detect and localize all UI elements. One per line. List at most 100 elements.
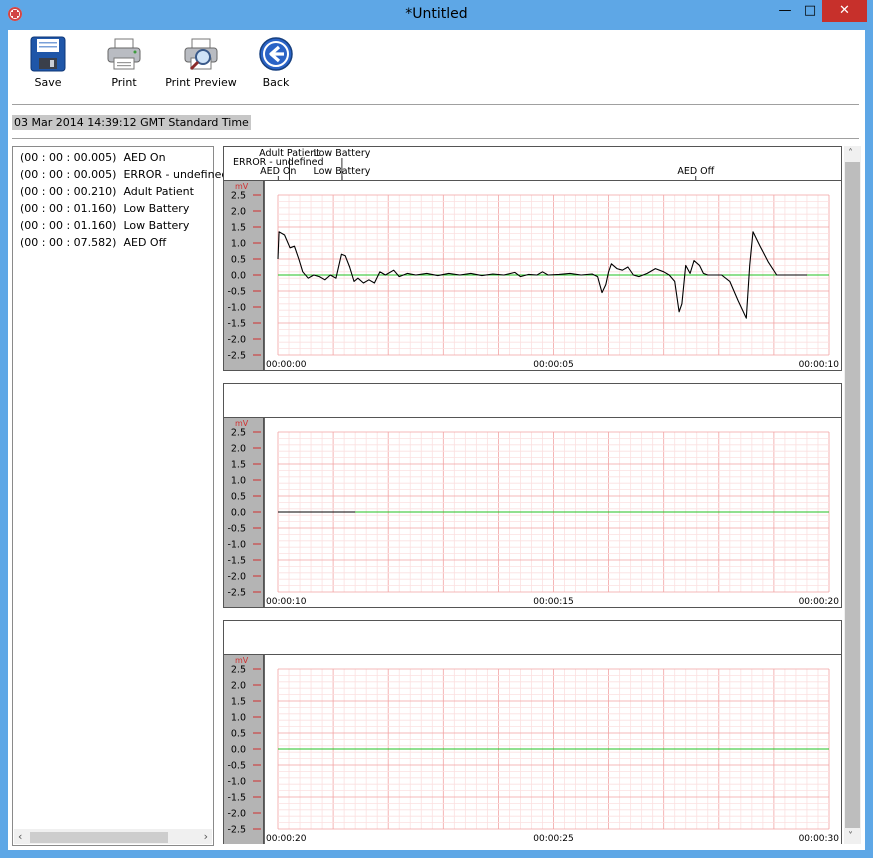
x-tick-label: 00:00:30 <box>799 834 840 844</box>
y-tick-label: 1.5 <box>231 460 246 471</box>
ecg-strip-2: mV2.52.01.51.00.50.0-0.5-1.0-1.5-2.0-2.5… <box>223 383 842 608</box>
y-tick-label: -0.5 <box>227 287 246 298</box>
vertical-scroll-thumb[interactable] <box>845 162 860 828</box>
y-tick-label: 1.5 <box>231 223 246 234</box>
ecg-strip-1: mV2.52.01.51.00.50.0-0.5-1.0-1.5-2.0-2.5… <box>223 146 842 371</box>
ecg-charts-area: mV 2.5 2.0 1.5 1.0 0.5 0.0 -0.5 -1.0 -1.5 -2.0 -2.5… <box>223 146 842 845</box>
event-marker-label: Low Battery <box>313 166 370 177</box>
x-tick-label: 00:00:10 <box>266 597 307 607</box>
y-tick-label: 2.0 <box>231 444 246 455</box>
back-label: Back <box>262 76 290 89</box>
y-tick-label: -2.0 <box>227 809 246 820</box>
event-time: (00 : 00 : 00.210) <box>20 185 117 198</box>
recording-timestamp: 03 Mar 2014 14:39:12 GMT Standard Time <box>12 115 251 130</box>
event-label: ERROR - undefined <box>123 168 229 181</box>
event-item[interactable]: (00 : 00 : 01.160) Low Battery <box>20 202 189 215</box>
event-label: Adult Patient <box>123 185 194 198</box>
x-tick-label: 00:00:00 <box>266 360 307 370</box>
event-time: (00 : 00 : 00.005) <box>20 151 117 164</box>
y-tick-label: 0.5 <box>231 255 246 266</box>
title-bar[interactable]: *Untitled — □ ✕ <box>0 0 873 30</box>
scroll-down-icon[interactable]: ˅ <box>848 831 853 842</box>
event-label: Low Battery <box>123 202 190 215</box>
print-label: Print <box>111 76 137 89</box>
y-tick-label: 2.0 <box>231 207 246 218</box>
y-tick-label: 2.5 <box>231 191 246 202</box>
event-time: (00 : 00 : 07.582) <box>20 236 117 249</box>
event-time: (00 : 00 : 01.160) <box>20 202 117 215</box>
event-item[interactable]: (00 : 00 : 00.005) AED On <box>20 151 166 164</box>
y-tick-label: 0.0 <box>231 745 246 756</box>
y-tick-label: -1.0 <box>227 777 246 788</box>
x-tick-label: 00:00:20 <box>266 834 307 844</box>
save-button[interactable]: Save <box>28 36 68 89</box>
toolbar: Save Print Print Preview Back <box>8 30 865 102</box>
y-tick-label: -2.5 <box>227 351 246 362</box>
y-tick-label: 0.5 <box>231 729 246 740</box>
event-item[interactable]: (00 : 00 : 00.210) Adult Patient <box>20 185 194 198</box>
y-tick-label: -1.0 <box>227 540 246 551</box>
y-tick-label: -2.0 <box>227 572 246 583</box>
event-time: (00 : 00 : 01.160) <box>20 219 117 232</box>
close-button[interactable]: ✕ <box>822 0 867 22</box>
x-tick-label: 00:00:20 <box>799 597 840 607</box>
horizontal-scroll-thumb[interactable] <box>30 832 168 843</box>
minimize-button[interactable]: — <box>772 0 798 22</box>
event-marker-label: AED Off <box>677 166 714 177</box>
scroll-right-icon[interactable]: › <box>204 829 208 844</box>
scroll-up-icon[interactable]: ˄ <box>848 148 853 159</box>
y-tick-label: 1.5 <box>231 697 246 708</box>
print-button[interactable]: Print <box>104 36 144 89</box>
y-tick-label: 0.5 <box>231 492 246 503</box>
y-tick-label: -1.5 <box>227 319 246 330</box>
y-tick-label: -1.5 <box>227 556 246 567</box>
back-arrow-icon <box>258 36 294 72</box>
y-tick-label: 2.0 <box>231 681 246 692</box>
y-tick-label: 0.0 <box>231 508 246 519</box>
maximize-button[interactable]: □ <box>798 0 822 22</box>
y-tick-label: 2.5 <box>231 665 246 676</box>
x-tick-label: 00:00:25 <box>533 834 573 844</box>
print-preview-button[interactable]: Print Preview <box>163 36 239 89</box>
x-tick-label: 00:00:05 <box>533 360 573 370</box>
event-list[interactable]: (00 : 00 : 00.005) AED On (00 : 00 : 00.… <box>12 146 228 846</box>
event-item[interactable]: (00 : 00 : 07.582) AED Off <box>20 236 166 249</box>
ecg-strips: mV2.52.01.51.00.50.0-0.5-1.0-1.5-2.0-2.5… <box>223 146 842 845</box>
x-tick-label: 00:00:10 <box>799 360 840 370</box>
print-preview-icon <box>183 36 219 72</box>
event-marker-label: Adult Patient <box>259 148 320 159</box>
print-preview-label: Print Preview <box>165 76 237 89</box>
y-tick-label: 2.5 <box>231 428 246 439</box>
window-frame: *Untitled — □ ✕ Save Print Print Preview… <box>0 0 873 858</box>
event-marker-label: Low Battery <box>313 148 370 159</box>
back-button[interactable]: Back <box>256 36 296 89</box>
y-tick-label: 1.0 <box>231 476 246 487</box>
scroll-left-icon[interactable]: ‹ <box>18 829 22 844</box>
y-tick-label: 0.0 <box>231 271 246 282</box>
y-tick-label: -1.5 <box>227 793 246 804</box>
y-tick-label: 1.0 <box>231 713 246 724</box>
client-area: Save Print Print Preview Back 03 Mar 201… <box>8 30 865 850</box>
ecg-strip-3: mV2.52.01.51.00.50.0-0.5-1.0-1.5-2.0-2.5… <box>223 620 842 845</box>
event-time: (00 : 00 : 00.005) <box>20 168 117 181</box>
y-tick-label: -0.5 <box>227 761 246 772</box>
charts-vertical-scrollbar[interactable]: ˄ ˅ <box>844 146 861 844</box>
event-label: AED Off <box>123 236 167 249</box>
window-title: *Untitled <box>405 6 468 22</box>
timestamp-separator <box>12 138 859 139</box>
floppy-disk-icon <box>30 36 66 72</box>
x-tick-label: 00:00:15 <box>533 597 573 607</box>
event-label: Low Battery <box>123 219 190 232</box>
event-item[interactable]: (00 : 00 : 01.160) Low Battery <box>20 219 189 232</box>
save-label: Save <box>34 76 62 89</box>
printer-icon <box>106 36 142 72</box>
event-item[interactable]: (00 : 00 : 00.005) ERROR - undefined <box>20 168 228 181</box>
event-list-horizontal-scrollbar[interactable]: ‹ › <box>14 829 212 844</box>
y-tick-label: -2.0 <box>227 335 246 346</box>
toolbar-separator <box>12 104 859 105</box>
y-tick-label: -0.5 <box>227 524 246 535</box>
y-tick-label: -2.5 <box>227 825 246 836</box>
y-tick-label: -1.0 <box>227 303 246 314</box>
y-tick-label: 1.0 <box>231 239 246 250</box>
y-tick-label: -2.5 <box>227 588 246 599</box>
